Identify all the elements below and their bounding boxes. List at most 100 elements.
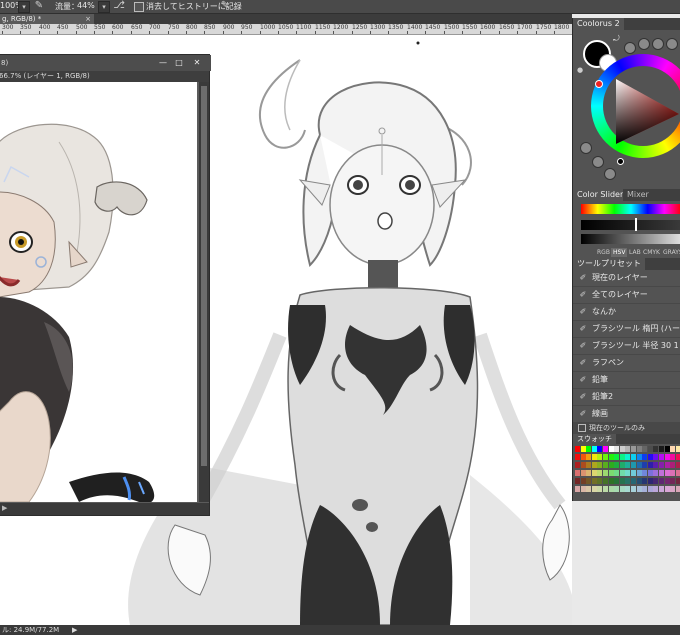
color-swatch[interactable] — [653, 486, 659, 492]
color-swatch[interactable] — [636, 446, 642, 452]
color-swatch[interactable] — [608, 454, 614, 460]
color-swatch[interactable] — [625, 454, 631, 460]
color-swatch[interactable] — [670, 478, 676, 484]
color-swatch[interactable] — [575, 462, 580, 468]
tool-preset-item[interactable]: ✐ 線画 — [573, 406, 680, 423]
color-swatch[interactable] — [647, 462, 653, 468]
color-swatch[interactable] — [659, 454, 664, 460]
tab-tool-presets[interactable]: ツールプリセット — [573, 258, 645, 270]
reference-window-titlebar[interactable]: 8) — □ ✕ — [0, 55, 211, 71]
color-swatch[interactable] — [591, 486, 597, 492]
erase-to-history-checkbox[interactable] — [134, 2, 144, 12]
color-swatch[interactable] — [575, 454, 580, 460]
current-tool-only-checkbox[interactable] — [578, 424, 586, 432]
color-swatch[interactable] — [642, 454, 648, 460]
color-swatch[interactable] — [631, 462, 636, 468]
color-swatch[interactable] — [675, 478, 680, 484]
color-swatch[interactable] — [625, 446, 631, 452]
color-swatch[interactable] — [603, 446, 608, 452]
tool-preset-item[interactable]: ✐ 鉛筆2 — [573, 389, 680, 406]
color-swatch[interactable] — [603, 478, 608, 484]
color-swatch[interactable] — [675, 486, 680, 492]
color-swatch[interactable] — [614, 462, 620, 468]
horizontal-ruler[interactable]: 300 350 400 450 500 550 600 650 700 750 800 850 900 9… — [0, 24, 572, 35]
color-swatch[interactable] — [580, 454, 586, 460]
color-swatch[interactable] — [608, 446, 614, 452]
mode-button-icon[interactable] — [652, 38, 664, 50]
color-swatch[interactable] — [659, 462, 664, 468]
mode-cmyk[interactable]: CMYK — [641, 248, 662, 257]
color-swatch[interactable] — [603, 486, 608, 492]
value-slider[interactable] — [581, 234, 680, 244]
color-swatch[interactable] — [580, 462, 586, 468]
color-swatch[interactable] — [575, 470, 580, 476]
color-swatch[interactable] — [642, 446, 648, 452]
color-swatch[interactable] — [664, 486, 670, 492]
mode-button-icon[interactable] — [666, 38, 678, 50]
default-colors-icon[interactable]: ● — [577, 66, 583, 74]
color-swatch[interactable] — [664, 470, 670, 476]
color-swatch[interactable] — [575, 446, 580, 452]
close-icon[interactable]: × — [85, 14, 91, 24]
color-swatch[interactable] — [664, 446, 670, 452]
color-swatch[interactable] — [647, 470, 653, 476]
color-swatch[interactable] — [591, 478, 597, 484]
color-swatch[interactable] — [586, 446, 592, 452]
color-swatch[interactable] — [670, 454, 676, 460]
flow-value[interactable]: 44% — [77, 1, 95, 10]
smoothing-icon[interactable]: ⎇ — [112, 0, 126, 12]
color-swatch[interactable] — [631, 478, 636, 484]
tab-mixer[interactable]: Mixer — [623, 189, 653, 201]
color-swatch[interactable] — [636, 486, 642, 492]
color-swatch[interactable] — [597, 470, 603, 476]
color-swatch[interactable] — [636, 462, 642, 468]
color-swatch[interactable] — [614, 470, 620, 476]
color-swatch[interactable] — [608, 470, 614, 476]
hue-slider[interactable] — [581, 204, 680, 214]
mode-button-icon[interactable] — [604, 168, 616, 180]
color-swatch[interactable] — [642, 470, 648, 476]
mode-button-icon[interactable] — [580, 142, 592, 154]
color-swatch[interactable] — [642, 478, 648, 484]
color-swatch[interactable] — [619, 470, 625, 476]
color-swatch[interactable] — [659, 446, 664, 452]
color-swatch[interactable] — [659, 478, 664, 484]
color-swatch[interactable] — [647, 486, 653, 492]
color-swatch[interactable] — [580, 446, 586, 452]
vertical-scrollbar[interactable] — [199, 82, 209, 502]
saturation-slider[interactable] — [581, 220, 680, 230]
color-swatch[interactable] — [586, 462, 592, 468]
airbrush-icon[interactable]: ✎ — [32, 0, 46, 12]
color-swatch[interactable] — [664, 478, 670, 484]
color-swatch[interactable] — [664, 462, 670, 468]
color-swatch[interactable] — [653, 470, 659, 476]
color-swatch[interactable] — [670, 462, 676, 468]
color-swatch[interactable] — [580, 478, 586, 484]
reference-window[interactable]: 8) — □ ✕ 66.7% (レイヤー 1, RGB/8) ▶ — [0, 54, 211, 516]
color-swatch[interactable] — [670, 486, 676, 492]
color-swatch[interactable] — [575, 486, 580, 492]
color-swatch[interactable] — [591, 470, 597, 476]
color-swatch[interactable] — [580, 486, 586, 492]
color-swatch[interactable] — [631, 470, 636, 476]
play-icon[interactable]: ▶ — [2, 504, 7, 512]
color-swatch[interactable] — [675, 470, 680, 476]
color-swatch[interactable] — [653, 454, 659, 460]
document-tab[interactable]: g, RGB/8) * × — [0, 14, 94, 24]
color-swatch[interactable] — [591, 446, 597, 452]
color-swatch[interactable] — [631, 486, 636, 492]
color-swatch[interactable] — [625, 486, 631, 492]
color-swatch[interactable] — [642, 486, 648, 492]
tab-coolorus[interactable]: Coolorus 2 — [573, 18, 624, 30]
color-swatch[interactable] — [631, 446, 636, 452]
mode-hsv[interactable]: HSV — [611, 248, 628, 257]
color-swatch[interactable] — [586, 478, 592, 484]
color-swatch[interactable] — [647, 446, 653, 452]
color-swatch[interactable] — [664, 454, 670, 460]
color-swatch[interactable] — [619, 478, 625, 484]
color-swatch[interactable] — [597, 478, 603, 484]
color-swatch[interactable] — [653, 446, 659, 452]
saturation-triangle[interactable] — [611, 74, 680, 144]
mode-rgb[interactable]: RGB — [595, 248, 612, 257]
color-swatch[interactable] — [614, 478, 620, 484]
